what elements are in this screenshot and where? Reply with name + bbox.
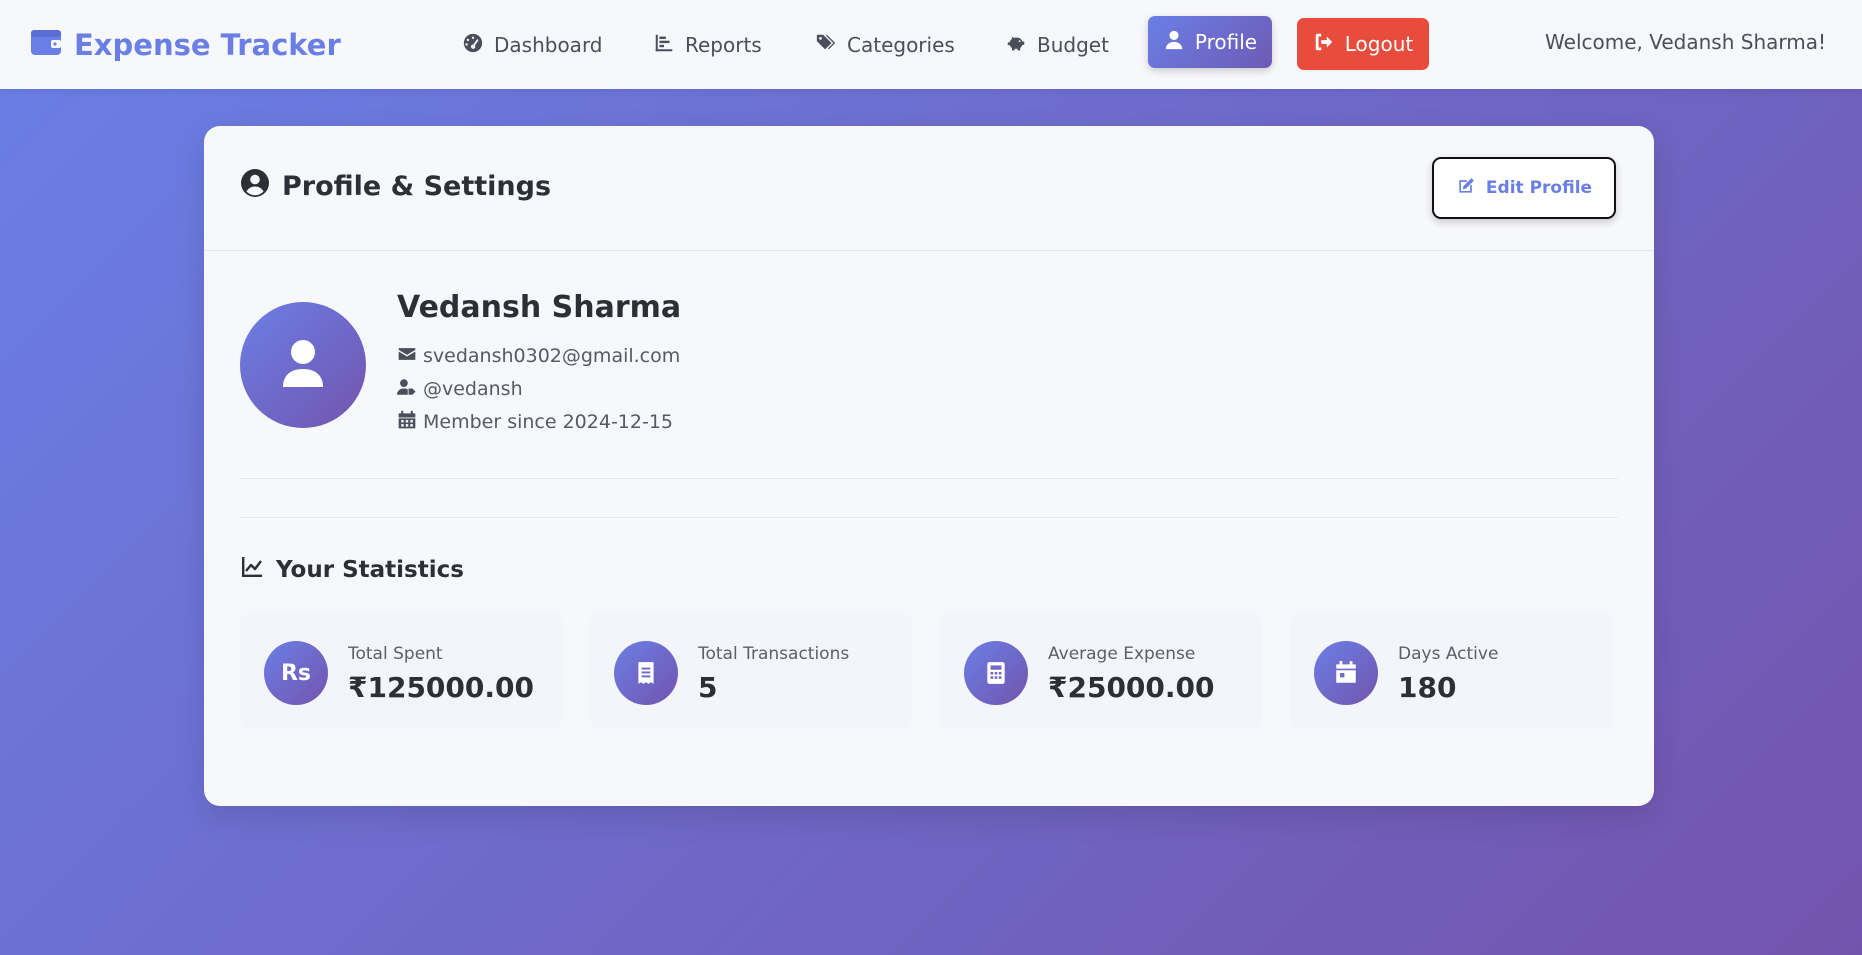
nav-link-categories[interactable]: Categories (815, 26, 955, 64)
member-since-text: Member since 2024-12-15 (423, 411, 674, 433)
nav-link-budget[interactable]: Budget (1005, 26, 1109, 64)
rupee-icon: Rs (264, 641, 328, 705)
stat-card-average-expense: Average Expense ₹25000.00 (940, 613, 1262, 729)
user-tag-icon (397, 377, 417, 402)
tags-icon (815, 32, 837, 59)
calendar-icon (397, 410, 417, 435)
user-username-text: @vedansh (423, 378, 523, 400)
logout-button-label: Logout (1344, 32, 1414, 56)
logout-button[interactable]: Logout (1297, 18, 1429, 70)
tachometer-icon (462, 32, 484, 59)
bar-chart-icon (653, 32, 675, 59)
user-icon (1163, 29, 1185, 56)
card-header: Profile & Settings Edit Profile (204, 126, 1654, 251)
stats-title: Your Statistics (240, 555, 464, 585)
user-email-text: svedansh0302@gmail.com (423, 345, 681, 367)
nav-link-label: Budget (1037, 33, 1109, 57)
rupee-icon-text: Rs (280, 660, 312, 686)
divider (240, 478, 1618, 479)
stat-card-total-transactions: Total Transactions 5 (590, 613, 912, 729)
piggy-bank-icon (1005, 32, 1027, 59)
stat-label: Total Transactions (698, 644, 850, 664)
stat-card-days-active: Days Active 180 (1290, 613, 1612, 729)
stat-value: ₹125000.00 (348, 671, 534, 704)
profile-button-label: Profile (1194, 30, 1258, 54)
calculator-icon (964, 641, 1028, 705)
nav-link-label: Dashboard (494, 33, 603, 57)
edit-profile-button[interactable]: Edit Profile (1432, 157, 1616, 219)
stat-label: Average Expense (1048, 644, 1196, 664)
nav-link-label: Reports (685, 33, 762, 57)
stat-card-total-spent: Rs Total Spent ₹125000.00 (240, 613, 562, 729)
user-name: Vedansh Sharma (397, 290, 682, 325)
user-username: @vedansh (397, 375, 523, 403)
nav-link-reports[interactable]: Reports (653, 26, 762, 64)
sign-out-icon (1313, 31, 1335, 58)
envelope-icon (397, 344, 417, 369)
profile-card: Profile & Settings Edit Profile Vedansh … (204, 126, 1654, 806)
receipt-icon (614, 641, 678, 705)
edit-profile-label: Edit Profile (1485, 178, 1593, 198)
page-title-text: Profile & Settings (282, 171, 552, 202)
stat-value: 180 (1398, 671, 1457, 704)
brand[interactable]: Expense Tracker (30, 24, 341, 66)
user-email: svedansh0302@gmail.com (397, 342, 680, 370)
avatar (240, 302, 366, 428)
stats-title-text: Your Statistics (276, 557, 464, 583)
calendar-icon (1314, 641, 1378, 705)
wallet-icon (30, 27, 62, 64)
nav-link-dashboard[interactable]: Dashboard (462, 26, 603, 64)
welcome-text: Welcome, Vedansh Sharma! (1545, 30, 1826, 54)
profile-button[interactable]: Profile (1148, 16, 1272, 68)
stat-label: Total Spent (348, 644, 443, 664)
nav-link-label: Categories (847, 33, 955, 57)
member-since: Member since 2024-12-15 (397, 408, 673, 436)
stat-label: Days Active (1398, 644, 1499, 664)
navbar: Expense Tracker Dashboard Reports Catego… (0, 0, 1862, 89)
page-title: Profile & Settings (240, 168, 551, 205)
stat-value: 5 (698, 671, 718, 704)
brand-title: Expense Tracker (74, 28, 341, 62)
line-chart-icon (240, 555, 264, 585)
edit-icon (1456, 176, 1476, 201)
stat-value: ₹25000.00 (1048, 671, 1215, 704)
divider (240, 517, 1618, 518)
user-circle-icon (240, 168, 270, 205)
user-icon (281, 339, 325, 391)
